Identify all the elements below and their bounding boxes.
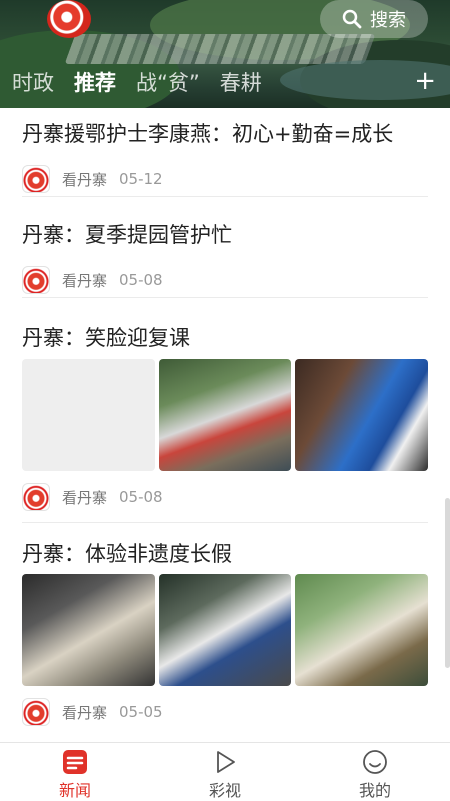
tab-poverty[interactable]: 战“贫” [136,67,200,97]
news-feed: 丹寨援鄂护士李康燕：初心+勤奋=成长 看丹寨 05-12 丹寨：夏季提园管护忙 … [0,108,450,742]
source-name: 看丹寨 [62,703,108,722]
nav-label: 我的 [358,781,391,800]
publish-date: 05-05 [119,703,163,721]
news-meta: 看丹寨 05-08 [22,482,163,512]
source-name: 看丹寨 [62,271,108,290]
source-avatar [22,483,50,511]
source-name: 看丹寨 [62,170,108,189]
divider [22,196,428,197]
source-name: 看丹寨 [62,488,108,507]
top-header: 搜索 时政 推荐 战“贫” 春耕 + [0,0,450,108]
publish-date: 05-08 [119,271,163,289]
smile-icon [363,750,387,774]
app-logo [47,0,91,38]
source-avatar [22,165,50,193]
thumbnail-boy[interactable] [295,359,429,471]
news-thumbnails [22,574,429,686]
news-item[interactable]: 丹寨：笑脸迎复课 看丹寨 05-08 [22,322,429,511]
news-title[interactable]: 丹寨：体验非遗度长假 [22,538,428,568]
news-meta: 看丹寨 05-08 [22,265,163,295]
divider [22,522,428,523]
bottom-nav: 新闻 彩视 我的 [0,742,450,801]
thumbnail-placeholder[interactable] [22,359,155,471]
tab-politics[interactable]: 时政 [12,67,54,97]
source-avatar [22,266,50,294]
news-icon [63,750,87,774]
publish-date: 05-12 [119,170,163,188]
nav-label: 新闻 [58,781,91,800]
add-channel-button[interactable]: + [414,66,436,96]
thumbnail-painting[interactable] [295,574,429,686]
source-avatar [22,698,50,726]
thumbnail-craft[interactable] [158,574,292,686]
nav-news[interactable]: 新闻 [0,743,150,801]
nav-label: 彩视 [208,781,241,800]
thumbnail-students[interactable] [158,359,292,471]
news-title[interactable]: 丹寨援鄂护士李康燕：初心+勤奋=成长 [22,118,428,148]
nav-profile[interactable]: 我的 [300,743,450,801]
thumbnail-papermaking[interactable] [22,574,155,686]
nav-video[interactable]: 彩视 [150,743,300,801]
tab-recommended[interactable]: 推荐 [74,67,116,97]
news-meta: 看丹寨 05-05 [22,697,163,727]
news-item[interactable]: 丹寨援鄂护士李康燕：初心+勤奋=成长 看丹寨 05-12 [22,118,428,193]
scrollbar[interactable] [445,498,450,668]
search-label: 搜索 [370,10,406,31]
search-button[interactable]: 搜索 [320,0,428,38]
news-item[interactable]: 丹寨：体验非遗度长假 看丹寨 05-05 [22,538,429,726]
banner-town [64,34,376,64]
news-title[interactable]: 丹寨：夏季提园管护忙 [22,219,428,249]
play-icon [217,751,235,773]
news-title[interactable]: 丹寨：笑脸迎复课 [22,322,428,352]
channel-tabs: 时政 推荐 战“贫” 春耕 + [0,62,450,102]
divider [22,297,428,298]
news-meta: 看丹寨 05-12 [22,164,163,194]
tab-spring-farming[interactable]: 春耕 [220,67,262,97]
search-icon [342,9,362,29]
news-thumbnails [22,359,429,471]
publish-date: 05-08 [119,488,163,506]
news-item[interactable]: 丹寨：夏季提园管护忙 看丹寨 05-08 [22,219,428,294]
